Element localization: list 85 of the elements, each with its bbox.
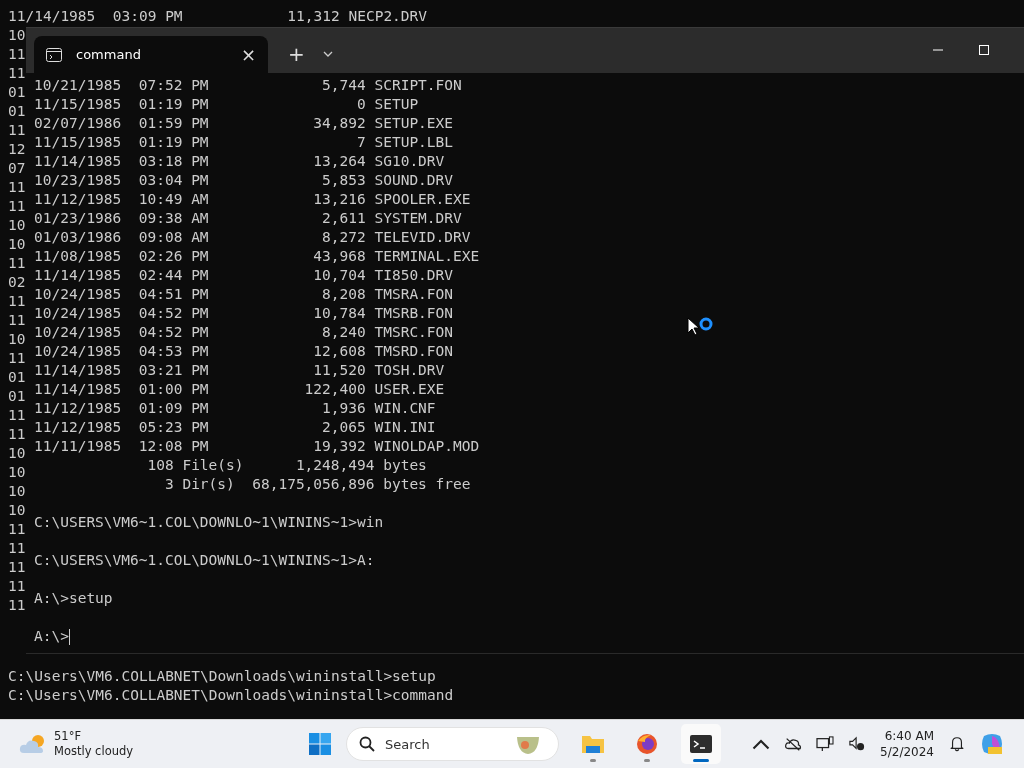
time-text: 6:40 AM [884, 728, 934, 744]
console-line: 11/12/1985 05:23 PM 2,065 WIN.INI [34, 419, 436, 435]
console-line: 11 [8, 406, 26, 425]
network-icon[interactable] [816, 736, 835, 752]
terminal-tab[interactable]: command × [34, 36, 268, 73]
console-line: 11 [8, 520, 26, 539]
console-line: 11 [8, 45, 26, 64]
console-line: 11 [8, 121, 26, 140]
console-line: 11 [8, 311, 26, 330]
console-line: 10/24/1985 04:53 PM 12,608 TMSRD.FON [34, 343, 454, 359]
console-line: 11 [8, 292, 26, 311]
console-line: 11 [8, 178, 26, 197]
cloud-off-icon[interactable] [784, 736, 803, 752]
assistant-icon[interactable] [980, 732, 1004, 756]
console-line: 01 [8, 368, 26, 387]
console-icon [46, 47, 62, 62]
weather-condition-text: Mostly cloudy [54, 744, 134, 759]
console-line: 01/23/1986 09:38 AM 2,611 SYSTEM.DRV [34, 210, 462, 226]
console-line: 10/24/1985 04:52 PM 8,240 TMSRC.FON [34, 324, 454, 340]
console-line: 11 [8, 349, 26, 368]
start-icon[interactable] [308, 732, 332, 756]
console-line: 11 [8, 197, 26, 216]
console-line: 11/14/1985 03:09 PM 11,312 NECP2.DRV [8, 7, 428, 26]
console-line: 10 [8, 463, 26, 482]
console-line: 11/15/1985 01:19 PM 0 SETUP [34, 96, 419, 112]
console-line: 11/14/1985 02:44 PM 10,704 TI850.DRV [34, 267, 454, 283]
console-line: A:\> [34, 628, 69, 644]
console-line: 11/08/1985 02:26 PM 43,968 TERMINAL.EXE [34, 248, 480, 264]
console-line: 11/14/1985 03:21 PM 11,520 TOSH.DRV [34, 362, 445, 378]
console-line: 10/21/1985 07:52 PM 5,744 SCRIPT.FON [34, 77, 462, 93]
console-line: C:\Users\VM6.COLLABNET\Downloads\wininstall>command [8, 686, 454, 705]
console-line: 01 [8, 83, 26, 102]
console-line: C:\USERS\VM6~1.COL\DOWNLO~1\WININS~1>A: [34, 552, 375, 568]
console-line: 11/12/1985 10:49 AM 13,216 SPOOLER.EXE [34, 191, 471, 207]
console-line: 108 File(s) 1,248,494 bytes [146, 457, 427, 473]
console-line: 10/24/1985 04:51 PM 8,208 TMSRA.FON [34, 286, 454, 302]
close-tab-button[interactable]: × [240, 44, 256, 65]
search-icon [359, 736, 375, 752]
console-line: 11/14/1985 03:18 PM 13,264 SG10.DRV [34, 153, 445, 169]
clock[interactable]: 6:40 AM 5/2/2024 [880, 728, 934, 760]
console-line: 11 [8, 254, 26, 273]
console-line: 10 [8, 444, 26, 463]
console-line: 01 [8, 387, 26, 406]
console-line: 11/14/1985 01:00 PM 122,400 USER.EXE [34, 381, 445, 397]
console-line: 02/07/1986 01:59 PM 34,892 SETUP.EXE [34, 115, 454, 131]
console-line: A:\>setup [34, 590, 113, 606]
console-line: 11 [8, 558, 26, 577]
temperature-text: 51°F [54, 729, 82, 744]
console-line: 10 [8, 482, 26, 501]
console-line: 11 [8, 577, 26, 596]
console-line: 11/12/1985 01:09 PM 1,936 WIN.CNF [34, 400, 436, 416]
console-line: 11/15/1985 01:19 PM 7 SETUP.LBL [34, 134, 454, 150]
console-line: C:\Users\VM6.COLLABNET\Downloads\wininstall>setup [8, 667, 436, 686]
browser-icon [635, 732, 659, 756]
console-line: 10 [8, 26, 26, 45]
console-line: 07 [8, 159, 26, 178]
bell-icon[interactable] [948, 736, 966, 752]
terminal-icon [689, 732, 713, 756]
console-line: 11/11/1985 12:08 PM 19,392 WINOLDAP.MOD [34, 438, 480, 454]
console-line: 12 [8, 140, 26, 159]
console-line: 11 [8, 539, 26, 558]
console-line: 11 [8, 596, 26, 615]
console-line: 10 [8, 216, 26, 235]
search-field[interactable]: Search [383, 735, 507, 753]
console-line: 10/24/1985 04:52 PM 10,784 TMSRB.FON [34, 305, 454, 321]
date-text: 5/2/2024 [880, 744, 934, 760]
console-line: 3 Dir(s) 68,175,056,896 bytes free [163, 476, 471, 492]
tab-title: command [76, 47, 142, 62]
console-line: 01 [8, 102, 26, 121]
console-line: 11 [8, 425, 26, 444]
taskbar-app[interactable] [681, 724, 721, 764]
dropdown-icon[interactable] [322, 51, 333, 57]
maximize-icon[interactable] [978, 44, 990, 56]
search-bar[interactable]: Search [346, 727, 559, 761]
console-line: 10 [8, 501, 26, 520]
console-line: 02 [8, 273, 26, 292]
new-tab-button[interactable]: + [288, 36, 305, 73]
console-line: C:\USERS\VM6~1.COL\DOWNLO~1\WININS~1>win [34, 514, 384, 530]
console-line: 10 [8, 235, 26, 254]
console-line: 01/03/1986 09:08 AM 8,272 TELEVID.DRV [34, 229, 471, 245]
console-line: 10/23/1985 03:04 PM 5,853 SOUND.DRV [34, 172, 454, 188]
console-line: 10 [8, 330, 26, 349]
text-cursor [68, 629, 70, 645]
speaker-muted-icon[interactable] [848, 736, 867, 752]
console-line: 11 [8, 64, 26, 83]
